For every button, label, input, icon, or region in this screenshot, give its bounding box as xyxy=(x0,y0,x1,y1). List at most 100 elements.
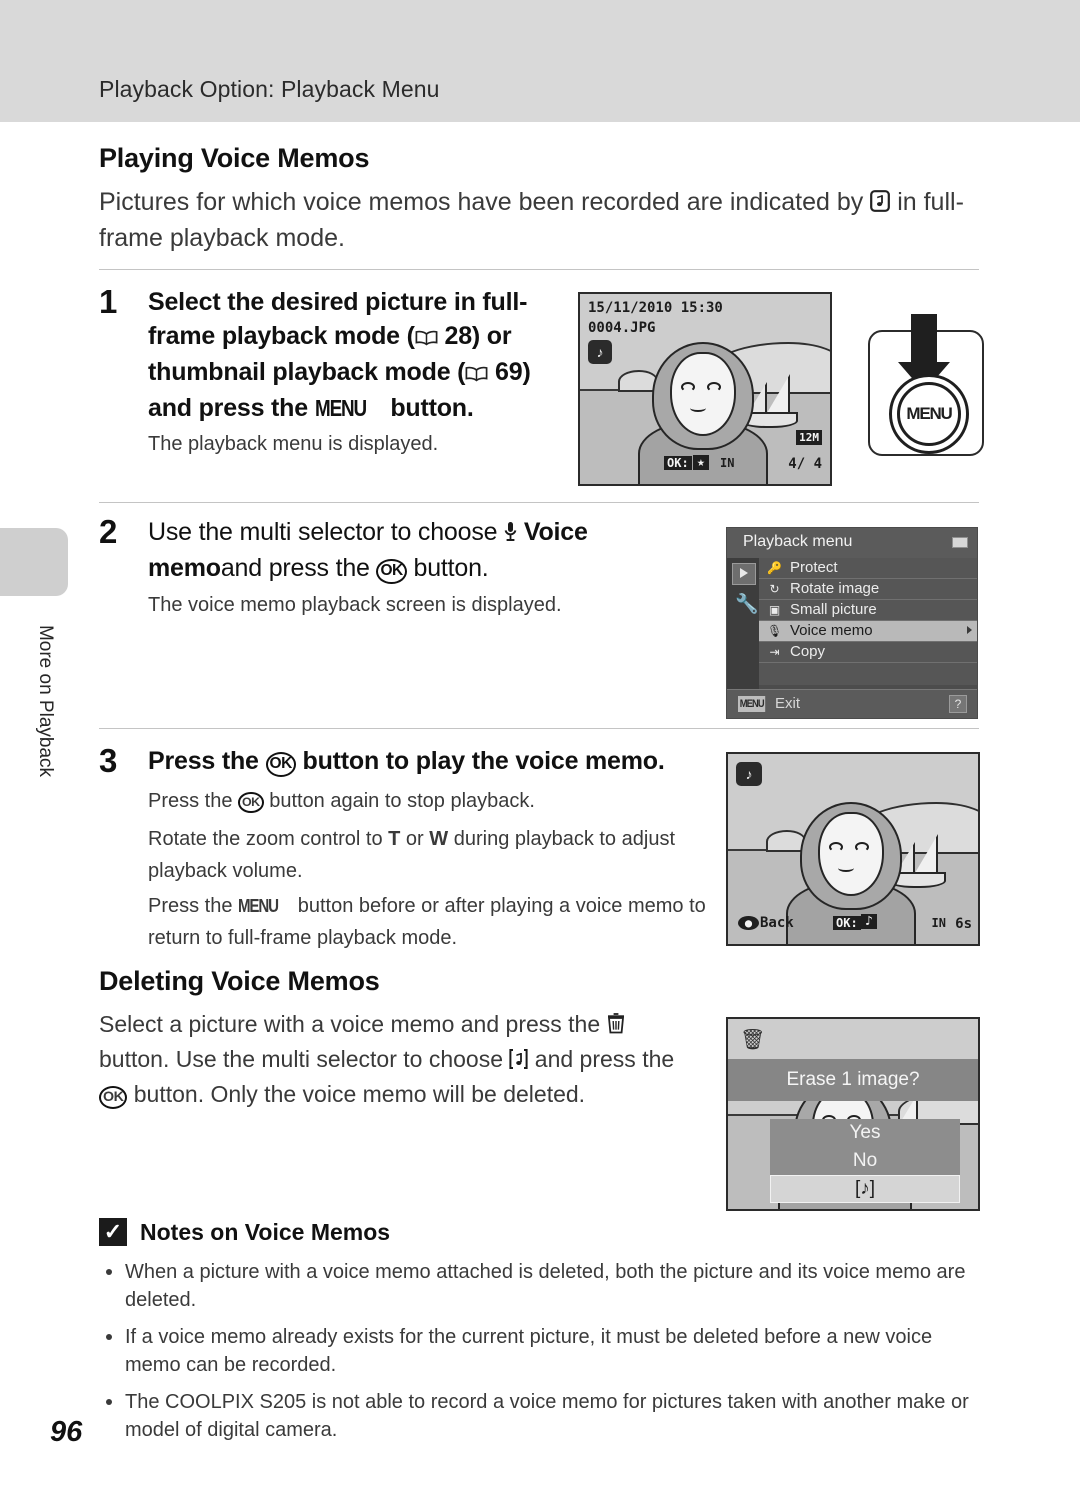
warning-check-icon: ✓ xyxy=(99,1218,127,1246)
screen3-back-label: Back xyxy=(760,915,794,931)
menu-item-rotate-image[interactable]: ↻ Rotate image xyxy=(759,579,977,600)
step-1-head-line4-a: and press the xyxy=(148,394,308,422)
step-1-head-line2-b: ) or xyxy=(471,322,512,350)
page-content: Playing Voice Memos Pictures for which v… xyxy=(0,0,1080,1486)
step-2-head-line1-b: Voice xyxy=(523,518,588,546)
menu-item-small-picture-label: Small picture xyxy=(790,601,877,618)
menu-button-glyph-2: MENU xyxy=(238,895,279,916)
step-3-body-2: Rotate the zoom control to T or W during… xyxy=(148,823,708,887)
menu-exit-label: Exit xyxy=(775,695,801,712)
step-1-head-line3-a: thumbnail playback mode ( xyxy=(148,358,466,386)
menu-empty-row xyxy=(759,663,977,685)
section-title-playing: Playing Voice Memos xyxy=(99,143,370,173)
menu-item-copy-label: Copy xyxy=(790,643,826,660)
menu-item-protect-label: Protect xyxy=(790,559,838,576)
note-bullet-2: If a voice memo already exists for the c… xyxy=(99,1323,989,1379)
microphone-icon xyxy=(504,517,517,551)
screen3-mouth xyxy=(838,864,854,872)
voice-memo-icon xyxy=(870,187,891,221)
screen1-mouth xyxy=(690,404,706,412)
battery-icon xyxy=(952,537,968,548)
playback-tab-icon[interactable] xyxy=(732,563,756,585)
step-1-head-line1: Select the desired picture in full- xyxy=(148,288,528,316)
divider-above-step-1 xyxy=(99,269,979,270)
screen1-filename: 0004.JPG xyxy=(588,320,656,336)
step-1-heading: Select the desired picture in full- fram… xyxy=(148,285,568,425)
menu-item-protect[interactable]: 🔑 Protect xyxy=(759,558,977,579)
trash-icon xyxy=(607,1010,625,1043)
screen1-ok-hint: OK: xyxy=(664,456,692,470)
step-2-heading: Use the multi selector to choose Voice m… xyxy=(148,515,708,585)
menu-button-glyph: MENU xyxy=(314,395,367,421)
menu-button-illustration: MENU xyxy=(868,314,984,456)
down-arrow-stem xyxy=(911,314,937,364)
step-3-body2-a: Rotate the zoom control to xyxy=(148,828,383,850)
step-1-head-line2-page: 28 xyxy=(444,322,473,350)
erase-option-yes[interactable]: Yes xyxy=(770,1119,960,1147)
microphone-icon-menu: 🎙 xyxy=(767,624,783,638)
erase-options-panel: Yes No [♪] xyxy=(770,1119,960,1203)
step-1-head-line3-page: 69 xyxy=(495,358,523,386)
erase-option-voice-memo[interactable]: [♪] xyxy=(770,1175,960,1203)
menu-button-label: MENU xyxy=(897,382,961,446)
step-1-head-line4-b: button. xyxy=(390,394,474,422)
screen3-ok-hint: OK: xyxy=(833,916,861,930)
erase-trash-icon: 🗑 xyxy=(740,1029,766,1051)
ok-button-glyph: OK xyxy=(376,559,407,584)
deleting-text-5: button. Only the voice memo will be dele… xyxy=(133,1081,586,1107)
screen-full-frame-playback: 15/11/2010 15:30 0004.JPG ♪ 12M 4/ 4 OK:… xyxy=(578,292,832,486)
menu-item-copy[interactable]: ⇥ Copy xyxy=(759,642,977,663)
screen1-date-stamp: 15/11/2010 15:30 xyxy=(588,300,723,316)
multi-selector-icon: ● xyxy=(738,916,759,930)
step-1-head-line2-a: frame playback mode ( xyxy=(148,322,415,350)
screen-erase-dialog: 🗑 Erase 1 image? Yes No [♪] xyxy=(726,1017,980,1211)
screen3-voice-memo-badge: ♪ xyxy=(736,762,762,786)
menu-item-voice-memo[interactable]: 🎙 Voice memo xyxy=(759,621,977,642)
screen1-eye-left xyxy=(681,382,695,392)
section-title-deleting: Deleting Voice Memos xyxy=(99,966,380,996)
step-3-body2-or: or xyxy=(405,828,424,850)
star-icon: ★ xyxy=(693,455,709,470)
screen1-person-face xyxy=(670,352,736,436)
screen3-eye-right xyxy=(855,842,869,852)
step-3-body1-a: Press the xyxy=(148,790,233,812)
erase-option-no[interactable]: No xyxy=(770,1147,960,1175)
notes-bullet-list: When a picture with a voice memo attache… xyxy=(99,1258,989,1453)
playing-intro-text-before: Pictures for which voice memos have been… xyxy=(99,188,864,216)
screen1-image-size-badge: 12M xyxy=(796,430,822,445)
step-3-body2-b: during playback to xyxy=(453,828,617,850)
music-note-icon: ♪ xyxy=(861,914,877,929)
menu-item-small-picture[interactable]: ▣ Small picture xyxy=(759,600,977,621)
zoom-tele-label: T xyxy=(388,828,401,850)
step-2-head-line1-a: Use the multi selector to choose xyxy=(148,518,498,546)
notes-title: Notes on Voice Memos xyxy=(140,1219,391,1245)
deleting-text-4: the xyxy=(642,1046,675,1072)
note-bullet-1: When a picture with a voice memo attache… xyxy=(99,1258,989,1314)
menu-exit-badge[interactable]: MENU xyxy=(738,696,766,712)
screen1-memory-icon: IN xyxy=(720,456,735,470)
playback-menu-footer: MENU Exit ? xyxy=(727,689,977,718)
deleting-text-2: button. Use the multi selector to choose xyxy=(99,1046,503,1072)
book-ref-icon xyxy=(415,321,438,355)
wrench-tab-icon[interactable]: 🔧 xyxy=(735,594,759,616)
screen3-duration: 6s xyxy=(955,916,972,932)
step-1-head-line3-b: ) xyxy=(522,358,531,386)
screen1-voice-memo-badge: ♪ xyxy=(588,340,612,364)
erase-message: Erase 1 image? xyxy=(728,1059,978,1101)
ok-button-glyph-4: OK xyxy=(99,1086,128,1110)
screen1-eye-right xyxy=(707,382,721,392)
step-3-body3-a: Press the xyxy=(148,895,233,917)
copy-icon: ⇥ xyxy=(769,645,780,659)
menu-item-voice-memo-label: Voice memo xyxy=(790,622,873,639)
zoom-wide-label: W xyxy=(429,828,449,850)
step-3-number: 3 xyxy=(99,742,118,779)
step-3-head-a: Press the xyxy=(148,747,259,775)
step-3-body1-b: button again to stop playback. xyxy=(269,790,535,812)
step-1-body: The playback menu is displayed. xyxy=(148,433,439,455)
book-ref-icon-2 xyxy=(465,357,488,391)
help-badge[interactable]: ? xyxy=(949,695,967,713)
playback-menu-list: 🔑 Protect ↻ Rotate image ▣ Small picture… xyxy=(759,558,977,685)
step-2-head-line2-c: button. xyxy=(413,554,489,582)
screen3-memory-icon: IN xyxy=(931,916,946,930)
screen-voice-memo-playback: ♪ ● Back OK: ♪ IN 6s xyxy=(726,752,980,946)
